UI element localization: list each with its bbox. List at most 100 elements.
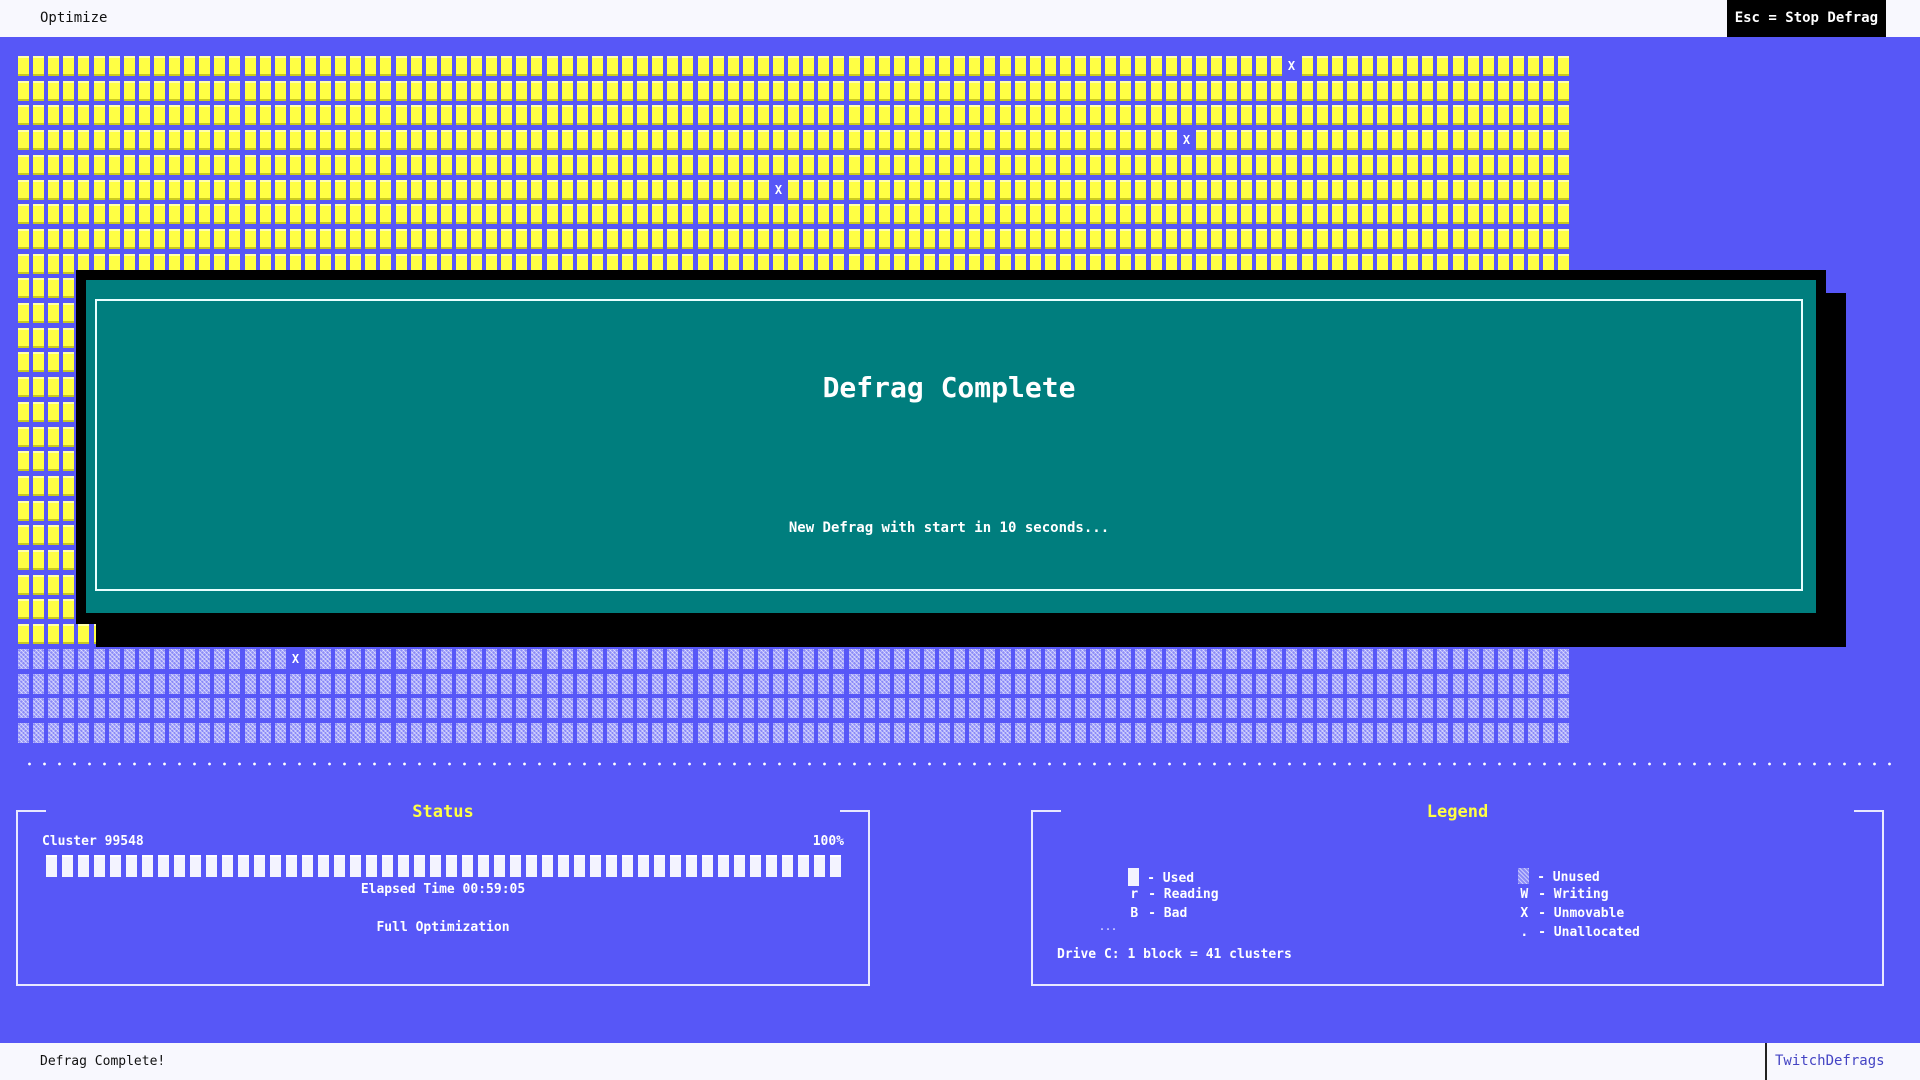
used-cluster: [109, 155, 120, 175]
used-cluster: [139, 56, 150, 76]
unused-cluster: [275, 674, 286, 694]
used-cluster: [33, 476, 44, 496]
used-cluster: [33, 155, 44, 175]
used-cluster: [396, 229, 407, 249]
unused-cluster: [335, 649, 346, 669]
used-cluster: [1120, 180, 1131, 200]
progress-block: [558, 855, 569, 877]
unused-cluster: [547, 674, 558, 694]
used-cluster: [1332, 229, 1343, 249]
progress-block: [782, 855, 793, 877]
used-cluster: [622, 229, 633, 249]
used-cluster: [1196, 105, 1207, 125]
used-cluster: [214, 180, 225, 200]
unused-cluster: [758, 649, 769, 669]
used-cluster: [1498, 56, 1509, 76]
used-cluster: [743, 56, 754, 76]
used-cluster: [758, 105, 769, 125]
used-cluster: [803, 229, 814, 249]
used-cluster: [199, 204, 210, 224]
unused-cluster: [139, 649, 150, 669]
progress-block: [382, 855, 393, 877]
used-cluster: [667, 155, 678, 175]
used-cluster: [984, 204, 995, 224]
used-cluster: [124, 105, 135, 125]
used-cluster: [1468, 105, 1479, 125]
unused-cluster: [1135, 674, 1146, 694]
unused-cluster: [954, 674, 965, 694]
used-cluster: [652, 56, 663, 76]
used-cluster: [682, 56, 693, 76]
used-cluster: [682, 105, 693, 125]
used-cluster: [894, 81, 905, 101]
unused-cluster: [275, 723, 286, 743]
used-cluster: [63, 525, 74, 545]
legend-unallocated: . - Unallocated: [1487, 910, 1640, 955]
used-cluster: [969, 81, 980, 101]
unused-cluster: [1000, 674, 1011, 694]
used-cluster: [1060, 105, 1071, 125]
unused-cluster: [682, 723, 693, 743]
unused-cluster: [1181, 698, 1192, 718]
used-cluster: [758, 81, 769, 101]
unused-cluster: [1256, 723, 1267, 743]
unused-cluster: [1362, 723, 1373, 743]
unused-cluster: [924, 698, 935, 718]
used-cluster: [894, 105, 905, 125]
used-cluster: [63, 402, 74, 422]
used-cluster: [18, 451, 29, 471]
stop-defrag-button[interactable]: Esc = Stop Defrag: [1726, 0, 1886, 37]
brand-link[interactable]: TwitchDefrags: [1765, 1043, 1920, 1080]
used-cluster: [1030, 204, 1041, 224]
used-cluster: [48, 155, 59, 175]
unused-cluster: [849, 698, 860, 718]
unused-cluster: [229, 723, 240, 743]
used-cluster: [803, 81, 814, 101]
used-cluster: [833, 204, 844, 224]
unused-cluster: [1543, 649, 1554, 669]
progress-block: [526, 855, 537, 877]
unused-cluster: [728, 723, 739, 743]
progress-block: [302, 855, 313, 877]
used-cluster: [1211, 81, 1222, 101]
unused-cluster: [199, 674, 210, 694]
used-cluster: [1528, 204, 1539, 224]
menu-optimize[interactable]: Optimize: [40, 10, 107, 26]
used-cluster: [698, 180, 709, 200]
unused-cluster: [1105, 649, 1116, 669]
used-cluster: [63, 328, 74, 348]
progress-block: [654, 855, 665, 877]
unused-cluster: [214, 674, 225, 694]
unused-cluster: [305, 649, 316, 669]
used-cluster: [622, 155, 633, 175]
unused-cluster: [426, 674, 437, 694]
used-cluster: [260, 229, 271, 249]
unused-cluster: [290, 698, 301, 718]
percent-label: 100%: [812, 834, 844, 849]
used-cluster: [894, 56, 905, 76]
unused-cluster: [516, 674, 527, 694]
unused-cluster: [667, 649, 678, 669]
used-cluster: [1075, 180, 1086, 200]
unused-cluster: [909, 649, 920, 669]
used-cluster: [1407, 204, 1418, 224]
used-cluster: [1045, 81, 1056, 101]
used-cluster: [1226, 229, 1237, 249]
unused-cluster: [169, 674, 180, 694]
used-cluster: [1060, 204, 1071, 224]
used-cluster: [63, 352, 74, 372]
progress-block: [702, 855, 713, 877]
used-cluster: [788, 56, 799, 76]
unused-cluster: [1226, 649, 1237, 669]
unused-cluster: [335, 723, 346, 743]
used-cluster: [441, 180, 452, 200]
used-cluster: [63, 56, 74, 76]
used-cluster: [63, 427, 74, 447]
progress-block: [510, 855, 521, 877]
used-cluster: [562, 105, 573, 125]
used-cluster: [290, 105, 301, 125]
used-cluster: [667, 56, 678, 76]
used-cluster: [139, 229, 150, 249]
used-cluster: [1015, 130, 1026, 150]
used-cluster: [1196, 56, 1207, 76]
